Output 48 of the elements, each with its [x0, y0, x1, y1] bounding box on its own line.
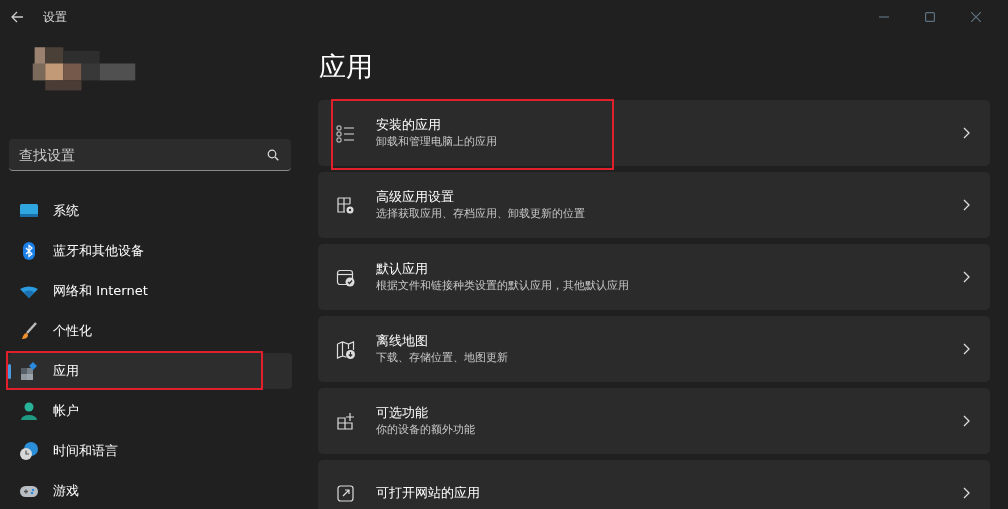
- nav-item[interactable]: 网络和 Internet: [8, 273, 292, 309]
- window-title: 设置: [43, 9, 67, 26]
- close-icon[interactable]: [971, 12, 981, 22]
- chevron-icon: [962, 199, 970, 211]
- map-download-icon: [336, 339, 355, 359]
- card-title: 高级应用设置: [376, 188, 455, 206]
- open-link-icon: [336, 483, 355, 503]
- back-arrow-icon[interactable]: [10, 10, 24, 24]
- settings-card[interactable]: 离线地图 下载、存储位置、地图更新: [318, 316, 990, 382]
- card-title: 默认应用: [376, 260, 429, 278]
- selection-indicator: [8, 364, 11, 379]
- nav-item[interactable]: 时间和语言: [8, 433, 292, 469]
- nav-item[interactable]: 帐户: [8, 393, 292, 429]
- chevron-icon: [962, 343, 970, 355]
- chevron-icon: [962, 271, 970, 283]
- card-title: 安装的应用: [376, 116, 442, 134]
- search-field[interactable]: 查找设置: [9, 139, 291, 171]
- chevron-icon: [962, 415, 970, 427]
- card-title: 可打开网站的应用: [376, 484, 480, 502]
- window-check-icon: [336, 267, 355, 287]
- nav-item[interactable]: 个性化: [8, 313, 292, 349]
- card-subtitle: 选择获取应用、存档应用、卸载更新的位置: [376, 206, 585, 222]
- card-title: 离线地图: [376, 332, 429, 350]
- brush-icon: [19, 321, 39, 341]
- card-subtitle: 下载、存储位置、地图更新: [376, 350, 508, 366]
- maximize-icon[interactable]: [925, 12, 935, 22]
- list-icon: [336, 123, 355, 143]
- card-subtitle: 根据文件和链接种类设置的默认应用，其他默认应用: [376, 278, 629, 294]
- card-subtitle: 你的设备的额外功能: [376, 422, 475, 438]
- globe-clock-icon: [19, 441, 39, 461]
- grid-plus-icon: [336, 411, 355, 431]
- card-subtitle: 卸载和管理电脑上的应用: [376, 134, 497, 150]
- settings-card[interactable]: 高级应用设置 选择获取应用、存档应用、卸载更新的位置: [318, 172, 990, 238]
- nav-item[interactable]: 游戏: [8, 473, 292, 509]
- search-icon: [267, 149, 279, 161]
- settings-card[interactable]: 可打开网站的应用: [318, 460, 990, 509]
- nav-item[interactable]: 蓝牙和其他设备: [8, 233, 292, 269]
- settings-card[interactable]: 可选功能 你的设备的额外功能: [318, 388, 990, 454]
- settings-card[interactable]: 默认应用 根据文件和链接种类设置的默认应用，其他默认应用: [318, 244, 990, 310]
- card-title: 可选功能: [376, 404, 429, 422]
- nav-item[interactable]: 系统: [8, 193, 292, 229]
- apps-icon: [19, 361, 39, 381]
- chevron-icon: [962, 127, 970, 139]
- person-icon: [19, 401, 39, 421]
- nav-item[interactable]: 应用: [8, 353, 292, 389]
- page-title: 应用: [319, 50, 374, 84]
- grid-gear-icon: [336, 195, 355, 215]
- chevron-icon: [962, 487, 970, 499]
